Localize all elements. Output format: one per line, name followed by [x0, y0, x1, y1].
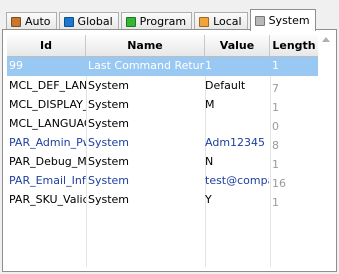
scroll-up-arrow-icon[interactable] [322, 37, 330, 42]
green-square-icon [125, 16, 136, 27]
table-row[interactable]: MCL_DISPLAY_MSystem M 1 [7, 95, 318, 114]
tab-label: System [268, 14, 310, 27]
cell-length: 1 [272, 158, 279, 171]
tab-strip: Auto Global Program Local System [6, 8, 318, 31]
cell-name: Last Command Return [88, 59, 204, 72]
vertical-scrollbar[interactable] [318, 35, 333, 267]
blue-square-icon [63, 16, 74, 27]
cell-id: 99 [9, 59, 23, 72]
cell-id: PAR_Email_Info [9, 174, 86, 187]
tab-label: Auto [25, 15, 51, 28]
table-row[interactable]: MCL_DEF_LANGSystem Default 7 [7, 76, 318, 95]
cell-name: System [88, 79, 130, 92]
cell-name: System [88, 136, 130, 149]
cell-value: M [205, 98, 215, 111]
system-variables-panel: Id Name Value Length 99 Last Command Retu… [2, 29, 337, 272]
puzzle-icon [11, 16, 21, 27]
tab-label: Global [77, 15, 113, 28]
cell-value: Adm12345 [205, 136, 266, 149]
variables-grid: Id Name Value Length 99 Last Command Retu… [7, 35, 318, 267]
cell-name: System [88, 174, 130, 187]
tab-global[interactable]: Global [58, 12, 119, 30]
column-header-id[interactable]: Id [7, 35, 86, 57]
cell-length: 7 [272, 82, 279, 95]
table-row[interactable]: PAR_Debug_ModeSystem N 1 [7, 152, 318, 171]
tab-label: Program [139, 15, 187, 28]
cell-value [205, 114, 269, 133]
grid-header: Id Name Value Length [7, 35, 318, 57]
table-row[interactable]: MCL_LANGUAGESystem 0 [7, 114, 318, 133]
table-row[interactable]: PAR_SKU_Valid System Y 1 [7, 190, 318, 209]
cell-name: System [88, 193, 130, 206]
cell-length: 16 [272, 177, 286, 190]
cell-id: PAR_SKU_Valid [9, 193, 86, 206]
cell-length: 1 [272, 59, 279, 72]
cell-id: MCL_DEF_LANG [9, 79, 86, 92]
cell-length: 1 [272, 101, 279, 114]
cell-id: PAR_Debug_Mode [9, 155, 86, 168]
column-header-value[interactable]: Value [205, 35, 270, 57]
table-row[interactable]: PAR_Email_InfoSystem test@company16 [7, 171, 318, 190]
tab-program[interactable]: Program [120, 12, 193, 30]
gray-square-icon [254, 15, 265, 26]
cell-length: 0 [272, 120, 279, 133]
cell-value: Y [205, 193, 212, 206]
cell-id: MCL_LANGUAGE [9, 117, 86, 130]
column-header-length[interactable]: Length [270, 35, 318, 57]
cell-value: 1 [205, 59, 212, 72]
cell-name: System [88, 98, 130, 111]
tab-local[interactable]: Local [194, 12, 248, 30]
cell-length: 8 [272, 139, 279, 152]
tab-system[interactable]: System [249, 9, 316, 31]
cell-name: System [88, 117, 130, 130]
cell-id: MCL_DISPLAY_M [9, 98, 86, 111]
cell-length: 1 [272, 196, 279, 209]
cell-value: N [205, 155, 214, 168]
cell-id: PAR_Admin_Pwd [9, 136, 86, 149]
table-row[interactable]: 99 Last Command Return 1 1 [7, 57, 318, 76]
column-header-name[interactable]: Name [86, 35, 205, 57]
orange-square-icon [199, 16, 210, 27]
table-row[interactable]: PAR_Admin_PwdSystem Adm12345 8 [7, 133, 318, 152]
tab-auto[interactable]: Auto [6, 12, 57, 30]
cell-value: test@company [205, 174, 269, 187]
tab-label: Local [213, 15, 242, 28]
cell-name: System [88, 155, 130, 168]
cell-value: Default [205, 79, 246, 92]
